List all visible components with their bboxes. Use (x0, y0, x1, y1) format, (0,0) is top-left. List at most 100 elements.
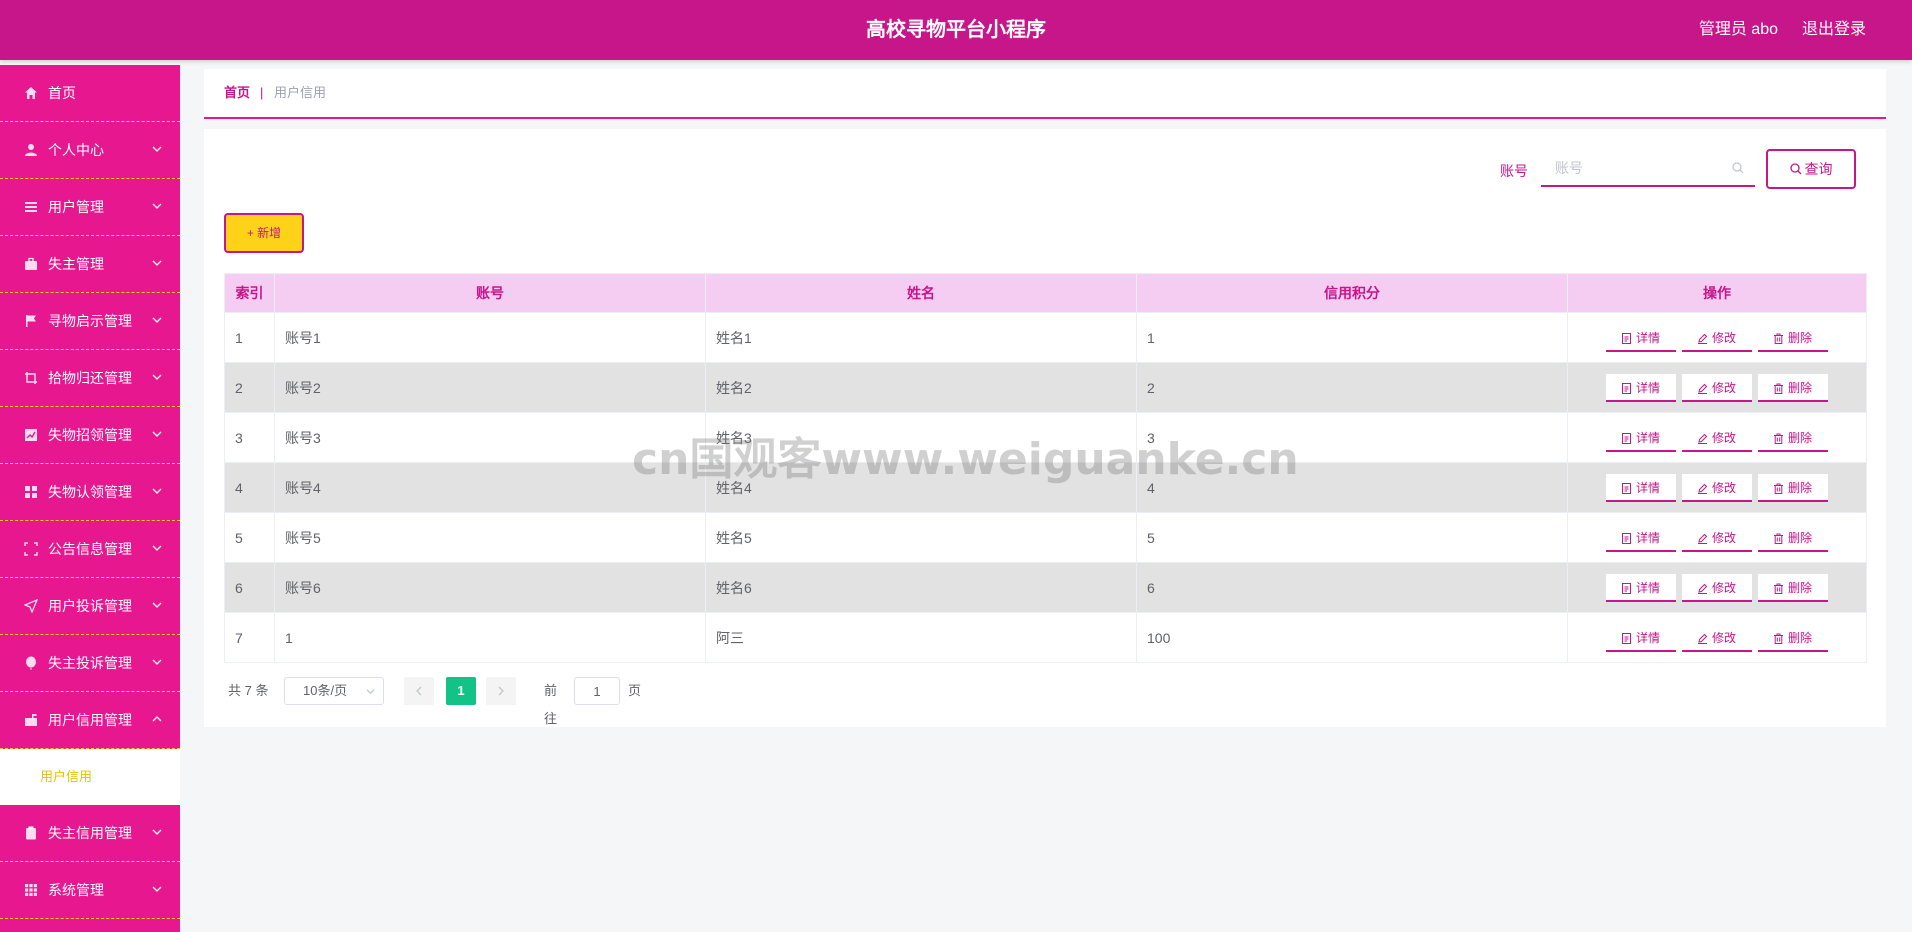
detail-button[interactable]: 详情 (1605, 573, 1676, 602)
table-row: 2 账号2 姓名2 2 详情 修改 删除 (224, 362, 1867, 413)
delete-button-label: 删除 (1787, 380, 1812, 395)
sidebar-item-system-management[interactable]: 系统管理 (0, 862, 180, 919)
detail-button[interactable]: 详情 (1605, 373, 1676, 402)
logout-link[interactable]: 退出登录 (1802, 0, 1866, 60)
sidebar-item-label: 系统管理 (48, 882, 104, 898)
chevron-right-icon (498, 686, 504, 696)
sidebar-item-notice-management[interactable]: 公告信息管理 (0, 521, 180, 578)
query-button[interactable]: 查询 (1766, 149, 1856, 189)
sidebar-item-owner-complaint[interactable]: 失主投诉管理 (0, 635, 180, 692)
detail-button[interactable]: 详情 (1605, 523, 1676, 552)
table-row: 5 账号5 姓名5 5 详情 修改 删除 (224, 512, 1867, 563)
table-row: 3 账号3 姓名3 3 详情 修改 删除 (224, 412, 1867, 463)
delete-button[interactable]: 删除 (1757, 573, 1828, 602)
delete-button[interactable]: 删除 (1757, 523, 1828, 552)
edit-icon (1697, 433, 1708, 444)
cell-actions: 详情 修改 删除 (1567, 562, 1867, 613)
search-input[interactable] (1541, 151, 1755, 187)
edit-button[interactable]: 修改 (1681, 423, 1752, 452)
edit-button-label: 修改 (1711, 530, 1736, 545)
sidebar-item-return[interactable]: 拾物归还管理 (0, 350, 180, 407)
sidebar-item-home[interactable]: 首页 (0, 65, 180, 122)
delete-button[interactable]: 删除 (1757, 473, 1828, 502)
sidebar-item-user-complaint[interactable]: 用户投诉管理 (0, 578, 180, 635)
sidebar-item-label: 拾物归还管理 (48, 370, 132, 386)
document-icon (1621, 532, 1631, 544)
sidebar-subitem-user-credit[interactable]: 用户信用 (0, 749, 180, 805)
chevron-down-icon (152, 829, 162, 835)
cell-actions: 详情 修改 删除 (1567, 362, 1867, 413)
total-count: 共 7 条 (228, 683, 269, 698)
table-row: 7 1 阿三 100 详情 修改 删除 (224, 612, 1867, 663)
sidebar-item-label: 用户信用管理 (48, 712, 132, 728)
goto-unit: 页 (628, 683, 642, 698)
prev-page-button[interactable] (404, 677, 434, 705)
column-header[interactable]: 姓名 (705, 273, 1137, 313)
clipboard-icon (26, 826, 36, 840)
cell-actions: 详情 修改 删除 (1567, 512, 1867, 563)
cell-index: 7 (224, 612, 275, 663)
cell-credit-score: 2 (1136, 362, 1568, 413)
list-panel: 账号 查询 + 新增 索引 账号 姓名 信用积分 操作 1账号1姓名11详情修改… (204, 129, 1886, 727)
detail-button[interactable]: 详情 (1605, 473, 1676, 502)
edit-button[interactable]: 修改 (1681, 473, 1752, 502)
detail-button-label: 详情 (1635, 380, 1660, 395)
column-header: 操作 (1567, 273, 1867, 313)
mailbox-icon (25, 714, 37, 726)
trash-icon (1773, 383, 1783, 394)
app-title: 高校寻物平台小程序 (866, 19, 1046, 41)
edit-button-label: 修改 (1711, 330, 1736, 345)
current-user: 管理员 abo (1698, 21, 1778, 38)
detail-button[interactable]: 详情 (1605, 423, 1676, 452)
delete-button-label: 删除 (1787, 330, 1812, 345)
delete-button[interactable]: 删除 (1757, 323, 1828, 352)
delete-button[interactable]: 删除 (1757, 423, 1828, 452)
add-button[interactable]: + 新增 (224, 213, 304, 253)
page-size-select[interactable]: 10条/页 (284, 677, 384, 705)
sidebar-item-owner-credit-management[interactable]: 失主信用管理 (0, 805, 180, 862)
edit-button[interactable]: 修改 (1681, 523, 1752, 552)
list-icon (25, 202, 37, 212)
cell-index: 2 (224, 362, 275, 413)
column-header[interactable]: 账号 (274, 273, 706, 313)
detail-button[interactable]: 详情 (1605, 323, 1676, 352)
main-content: 首页 | 用户信用 账号 查询 + 新增 索引 账号 姓名 信用积分 操作 1账… (204, 69, 1886, 727)
grid-icon (25, 486, 37, 498)
edit-icon (1697, 583, 1708, 594)
sidebar-item-owner-management[interactable]: 失主管理 (0, 236, 180, 293)
detail-button[interactable]: 详情 (1605, 623, 1676, 652)
goto-page-input[interactable] (574, 677, 620, 705)
sidebar-item-lost-notice[interactable]: 寻物启示管理 (0, 293, 180, 350)
delete-button-label: 删除 (1787, 580, 1812, 595)
sidebar-item-user-management[interactable]: 用户管理 (0, 179, 180, 236)
sidebar-item-label: 寻物启示管理 (48, 313, 132, 329)
breadcrumb-home[interactable]: 首页 (224, 69, 250, 117)
edit-button-label: 修改 (1711, 380, 1736, 395)
column-header[interactable]: 信用积分 (1136, 273, 1568, 313)
detail-button-label: 详情 (1635, 430, 1660, 445)
document-icon (1621, 582, 1631, 594)
edit-button[interactable]: 修改 (1681, 623, 1752, 652)
sidebar-item-personal-center[interactable]: 个人中心 (0, 122, 180, 179)
next-page-button[interactable] (486, 677, 516, 705)
sidebar-item-found-management[interactable]: 失物招领管理 (0, 407, 180, 464)
edit-button[interactable]: 修改 (1681, 373, 1752, 402)
sidebar-item-claim-management[interactable]: 失物认领管理 (0, 464, 180, 521)
edit-button[interactable]: 修改 (1681, 323, 1752, 352)
cell-credit-score: 6 (1136, 562, 1568, 613)
page-number-button[interactable]: 1 (446, 677, 476, 705)
cell-account: 账号3 (274, 412, 706, 463)
detail-button-label: 详情 (1635, 480, 1660, 495)
sidebar-item-label: 个人中心 (48, 142, 104, 158)
column-header[interactable]: 索引 (224, 273, 275, 313)
edit-button[interactable]: 修改 (1681, 573, 1752, 602)
sidebar-item-user-credit-management[interactable]: 用户信用管理 (0, 692, 180, 749)
cell-index: 5 (224, 512, 275, 563)
delete-button[interactable]: 删除 (1757, 373, 1828, 402)
sidebar-item-label: 用户投诉管理 (48, 598, 132, 614)
edit-button-label: 修改 (1711, 630, 1736, 645)
delete-button[interactable]: 删除 (1757, 623, 1828, 652)
breadcrumb: 首页 | 用户信用 (204, 69, 1886, 119)
sidebar-item-label: 失主信用管理 (48, 825, 132, 841)
top-header: 高校寻物平台小程序 管理员 abo 退出登录 (0, 0, 1912, 60)
